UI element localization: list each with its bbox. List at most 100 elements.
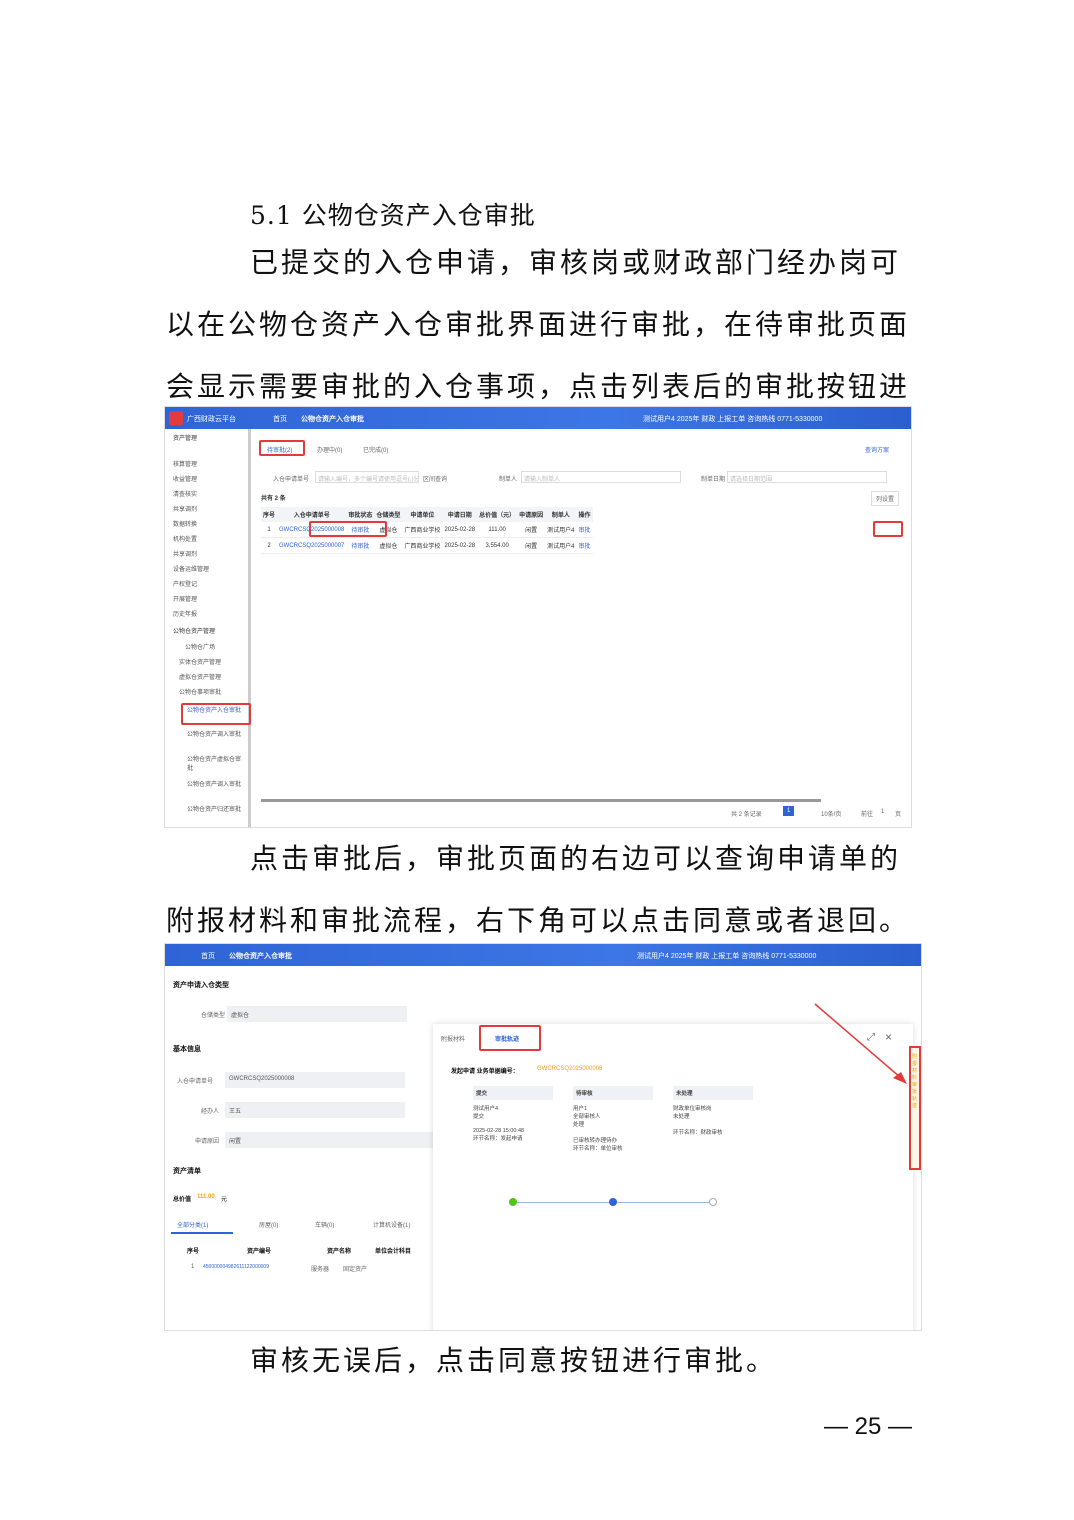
timeline-dot-done	[509, 1198, 517, 1206]
cell: 1	[191, 1264, 195, 1270]
highlight-tab	[259, 440, 305, 456]
sidebar-item[interactable]: 设备运维管理	[173, 564, 209, 573]
sidebar-item[interactable]: 公物仓事项审批	[179, 687, 221, 696]
sidebar-item[interactable]: 核算管理	[173, 459, 197, 468]
tab-processing[interactable]: 办理中(0)	[317, 445, 342, 454]
column-header: 序号	[187, 1249, 200, 1255]
date-input[interactable]: 请选择日期范围	[727, 471, 887, 483]
top-bar: 广西财政云平台 首页 公物仓资产入仓审批 测试用户4 2025年 财政 上报工单…	[165, 407, 911, 429]
approve-button[interactable]: 审批	[576, 522, 593, 538]
table-row[interactable]: 2 GWCRCSQ2025000007 待审批 虚拟仓 广西商业学校 2025-…	[261, 537, 593, 554]
timeline-dot-pending	[709, 1198, 717, 1206]
card-line: 未处理	[673, 1114, 690, 1120]
column-header: 资产编号	[247, 1249, 272, 1255]
sidebar-item[interactable]: 实体仓资产管理	[179, 657, 221, 666]
asset-tab[interactable]: 全部分类(1)	[177, 1220, 208, 1229]
sidebar-item[interactable]: 公物仓广场	[185, 642, 215, 651]
sidebar-item[interactable]: 收益管理	[173, 474, 197, 483]
asset-tab[interactable]: 房屋(0)	[259, 1220, 278, 1229]
maker-input[interactable]: 请输入制单人	[521, 471, 681, 483]
card-line: 测试用户4	[473, 1106, 499, 1112]
pager-size-select[interactable]: 10条/页	[821, 809, 841, 818]
cell: 待审批	[346, 537, 375, 554]
column-setting-button[interactable]: 列设置	[871, 491, 900, 506]
column-header: 申请原因	[517, 507, 546, 522]
flow-card: 待审核 用户1 全部审核人 处理 已审核转办理待办 环节名称：单位审核	[573, 1086, 653, 1174]
tab-attachments[interactable]: 附报材料	[441, 1034, 465, 1043]
sidebar-item[interactable]: 公物仓资产虚拟仓审批	[187, 754, 243, 772]
asset-tab[interactable]: 计算机设备(1)	[373, 1220, 410, 1229]
card-line: 环节名称：单位审核	[573, 1146, 623, 1152]
filter-label: 入仓申请单号	[273, 477, 310, 483]
scrollbar[interactable]	[261, 799, 821, 802]
flow-card: 未处理 财政单位审核岗 未处理 环节名称：财政审核	[673, 1086, 753, 1174]
sidebar-item[interactable]: 数据转换	[173, 519, 197, 528]
sidebar-item[interactable]: 公物仓资产管理	[173, 626, 215, 635]
user-info: 测试用户4 2025年 财政 上报工单 咨询热线 0771-5330000	[637, 953, 817, 960]
highlight-sidebar	[181, 703, 251, 725]
highlight-approve	[873, 521, 903, 537]
pager-page[interactable]: 1	[783, 806, 795, 816]
sidebar-item[interactable]: 共享调剂	[173, 504, 197, 513]
asset-tab[interactable]: 车辆(0)	[315, 1220, 334, 1229]
cell: 2025-02-28	[442, 537, 478, 554]
sidebar-item[interactable]: 机构处置	[173, 534, 197, 543]
screenshot-approval-detail: 首页 公物仓资产入仓审批 测试用户4 2025年 财政 上报工单 咨询热线 07…	[164, 943, 922, 1331]
card-line: 环节名称：财政审核	[673, 1130, 723, 1136]
cell: 测试用户4	[545, 522, 577, 538]
sidebar-item[interactable]: 公物仓资产归还审批	[187, 804, 243, 813]
approve-button[interactable]: 审批	[576, 537, 593, 554]
apply-no-link[interactable]: GWCRCSQ2025000007	[277, 537, 347, 554]
card-line: 处理	[573, 1122, 585, 1128]
cell: 固定资产	[343, 1267, 368, 1273]
cell: 2	[261, 537, 278, 554]
flow-title: 发起申请 业务单据编号：	[451, 1069, 519, 1075]
card-title: 提交	[473, 1086, 553, 1100]
cell: 2025-02-28	[442, 522, 478, 538]
cell: 3,554.00	[477, 537, 518, 554]
user-info: 测试用户4 2025年 财政 上报工单 咨询热线 0771-5330000	[643, 416, 823, 423]
storage-type-select[interactable]: 虚拟仓	[227, 1006, 407, 1022]
column-header: 资产名称	[327, 1249, 352, 1255]
cell: 服务器	[311, 1267, 330, 1273]
apply-no-input[interactable]: 请输入编号，多个编号请使用逗号(,)分隔	[315, 471, 419, 483]
page-number: — 25 —	[823, 1413, 912, 1440]
range-checkbox[interactable]: 区间查询	[423, 474, 447, 483]
nav-tab[interactable]: 公物仓资产入仓审批	[301, 414, 364, 424]
pager-unit: 页	[895, 812, 902, 818]
sidebar-item[interactable]: 开展管理	[173, 594, 197, 603]
asset-no-link[interactable]: 450000004982611122000009	[203, 1264, 269, 1270]
query-scheme-button[interactable]: 查询方案	[865, 445, 889, 454]
nav-tab[interactable]: 公物仓资产入仓审批	[229, 951, 292, 961]
card-title: 待审核	[573, 1086, 653, 1100]
sidebar-item[interactable]: 公物仓资产调入审批	[187, 779, 243, 788]
filter-label: 制单人	[499, 477, 518, 483]
section-heading: 5.1 公物仓资产入仓审批	[250, 201, 536, 230]
apply-no-field: GWCRCSQ2025000008	[225, 1072, 405, 1088]
sidebar-item[interactable]: 清查核实	[173, 489, 197, 498]
card-line: 全部审核人	[573, 1114, 601, 1120]
red-arrow	[814, 1003, 907, 1084]
total-value-unit: 元	[221, 1197, 228, 1203]
field-label: 仓储类型	[201, 1013, 226, 1019]
tab-done[interactable]: 已完成(0)	[363, 445, 388, 454]
sidebar-item[interactable]: 共享调剂	[173, 549, 197, 558]
sidebar-item[interactable]: 产权登记	[173, 579, 197, 588]
nav-home[interactable]: 首页	[273, 414, 287, 424]
total-value: 111.00	[197, 1194, 215, 1200]
sidebar-item[interactable]: 资产管理	[173, 433, 197, 442]
column-header: 申请日期	[442, 507, 478, 522]
sidebar: 资产管理 核算管理 收益管理 清查核实 共享调剂 数据转换 机构处置 共享调剂 …	[165, 429, 251, 827]
nav-home[interactable]: 首页	[201, 951, 215, 961]
sidebar-item[interactable]: 虚拟仓资产管理	[179, 672, 221, 681]
card-line: 财政单位审核岗	[673, 1106, 712, 1112]
sidebar-item[interactable]: 历史年报	[173, 609, 197, 618]
pager-goto-input[interactable]: 1	[881, 809, 884, 815]
pager-goto-label: 前往	[861, 812, 874, 818]
filter-label: 制单日期	[701, 477, 726, 483]
column-header: 审批状态	[346, 507, 375, 522]
section-title: 资产清单	[173, 1168, 201, 1175]
column-header: 制单人	[545, 507, 577, 522]
column-header: 入仓申请单号	[277, 507, 347, 522]
sidebar-item[interactable]: 公物仓资产调入审批	[187, 729, 243, 738]
